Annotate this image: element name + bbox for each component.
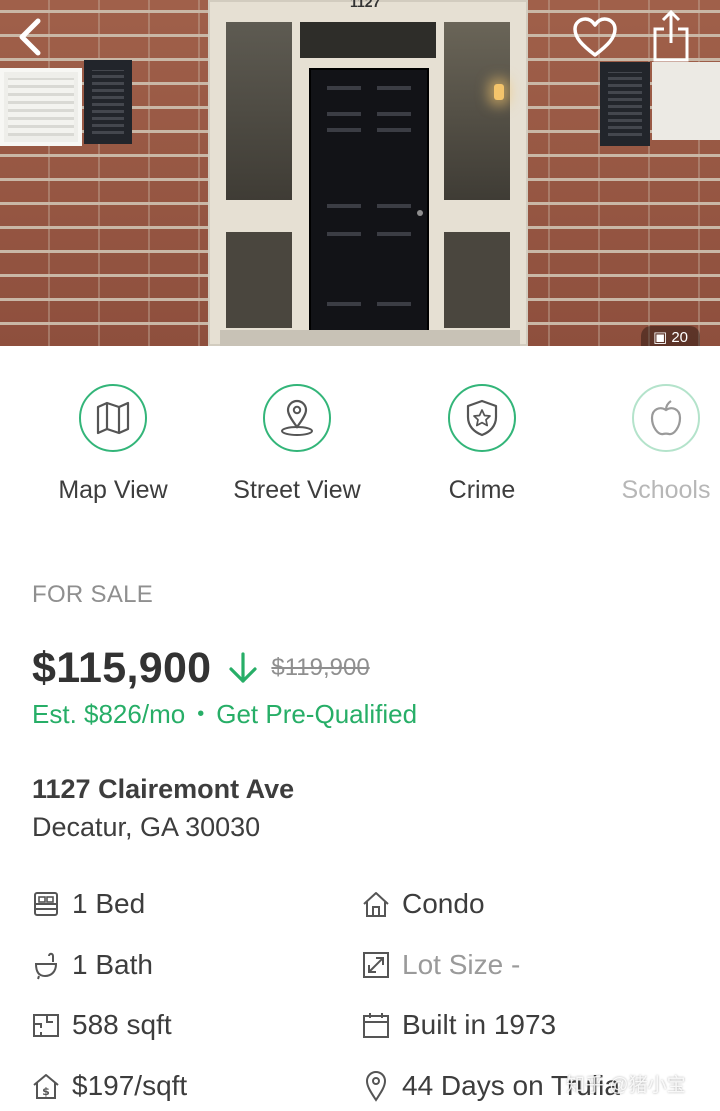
svg-text:$: $ (42, 1085, 50, 1098)
pre-qualified-link[interactable]: Get Pre-Qualified (216, 699, 417, 730)
bath-icon (30, 949, 62, 981)
price-per-sqft-value: $197/sqft (72, 1070, 188, 1101)
transom-window (300, 22, 436, 58)
square-feet-value: 588 sqft (72, 1009, 172, 1040)
schools-label: Schools (621, 476, 711, 504)
apple-icon (650, 400, 682, 436)
porch-light (494, 84, 504, 100)
floorplan-icon (30, 1009, 62, 1041)
fact-year-built: Built in 1973 (360, 1005, 556, 1045)
year-built-value: Built in 1973 (402, 1009, 557, 1040)
fact-lot-size: Lot Size - (360, 945, 520, 985)
house-icon (360, 888, 392, 920)
sidelight-right (444, 22, 510, 200)
entry-step (220, 330, 520, 346)
quick-action-bar: Map View Street View Crime Schools (0, 346, 720, 526)
crime-circle (448, 384, 516, 452)
street-view-button[interactable]: Street View (207, 384, 387, 505)
left-window (0, 68, 82, 146)
bathrooms-value: 1 Bath (72, 949, 153, 980)
street-view-label: Street View (233, 476, 361, 504)
fact-square-feet: 588 sqft (30, 1005, 172, 1045)
lot-size-value: Lot Size - (402, 949, 521, 980)
map-view-label: Map View (58, 476, 168, 504)
chevron-left-icon (19, 18, 41, 56)
map-view-button[interactable]: Map View (23, 384, 203, 505)
crime-label: Crime (448, 476, 516, 504)
photo-count-badge[interactable]: ▣ 20 (640, 326, 700, 346)
fact-bedrooms: 1 Bed (30, 884, 145, 924)
listing-status: FOR SALE (32, 581, 154, 608)
bed-icon (30, 888, 62, 920)
sidelight-right-lower (444, 232, 510, 328)
shield-star-icon (466, 399, 498, 437)
watermark: 知乎 @猪小宝 (566, 1075, 686, 1096)
price-row: $115,900 $119,900 (32, 640, 370, 696)
separator-dot: • (197, 703, 205, 725)
street-address: 1127 Clairemont Ave (32, 774, 295, 804)
monthly-estimate-link[interactable]: Est. $826/mo (32, 699, 185, 730)
pin-icon (360, 1070, 392, 1102)
share-icon (653, 9, 689, 62)
right-shutter (600, 62, 650, 146)
listing-price: $115,900 (32, 643, 212, 692)
payment-row: Est. $826/mo • Get Pre-Qualified (32, 699, 417, 730)
price-drop-arrow-icon (227, 651, 259, 685)
schools-circle (632, 384, 700, 452)
map-view-circle (79, 384, 147, 452)
house-dollar-icon: $ (30, 1070, 62, 1102)
camera-icon: ▣ (652, 329, 668, 346)
fact-property-type: Condo (360, 884, 485, 924)
fact-price-per-sqft: $ $197/sqft (30, 1066, 187, 1106)
back-button[interactable] (10, 14, 50, 60)
city-state-zip: Decatur, GA 30030 (32, 812, 261, 842)
schools-button[interactable]: Schools (576, 384, 720, 505)
previous-price: $119,900 (271, 654, 370, 681)
house-number-sign: 1127 (350, 0, 381, 10)
map-icon (96, 401, 130, 435)
share-button[interactable] (646, 8, 696, 64)
heart-icon (573, 17, 617, 57)
resize-icon (360, 949, 392, 981)
front-door (309, 68, 429, 334)
street-view-circle (263, 384, 331, 452)
calendar-icon (360, 1009, 392, 1041)
property-type-value: Condo (402, 888, 485, 919)
street-view-pin-icon (281, 399, 313, 436)
bedrooms-value: 1 Bed (72, 888, 146, 919)
right-window (652, 62, 720, 140)
crime-button[interactable]: Crime (392, 384, 572, 505)
sidelight-left-lower (226, 232, 292, 328)
fact-bathrooms: 1 Bath (30, 945, 153, 985)
photo-count-label: 20 (671, 329, 688, 346)
favorite-button[interactable] (570, 14, 620, 60)
sidelight-left (226, 22, 292, 200)
left-shutter (84, 60, 132, 144)
